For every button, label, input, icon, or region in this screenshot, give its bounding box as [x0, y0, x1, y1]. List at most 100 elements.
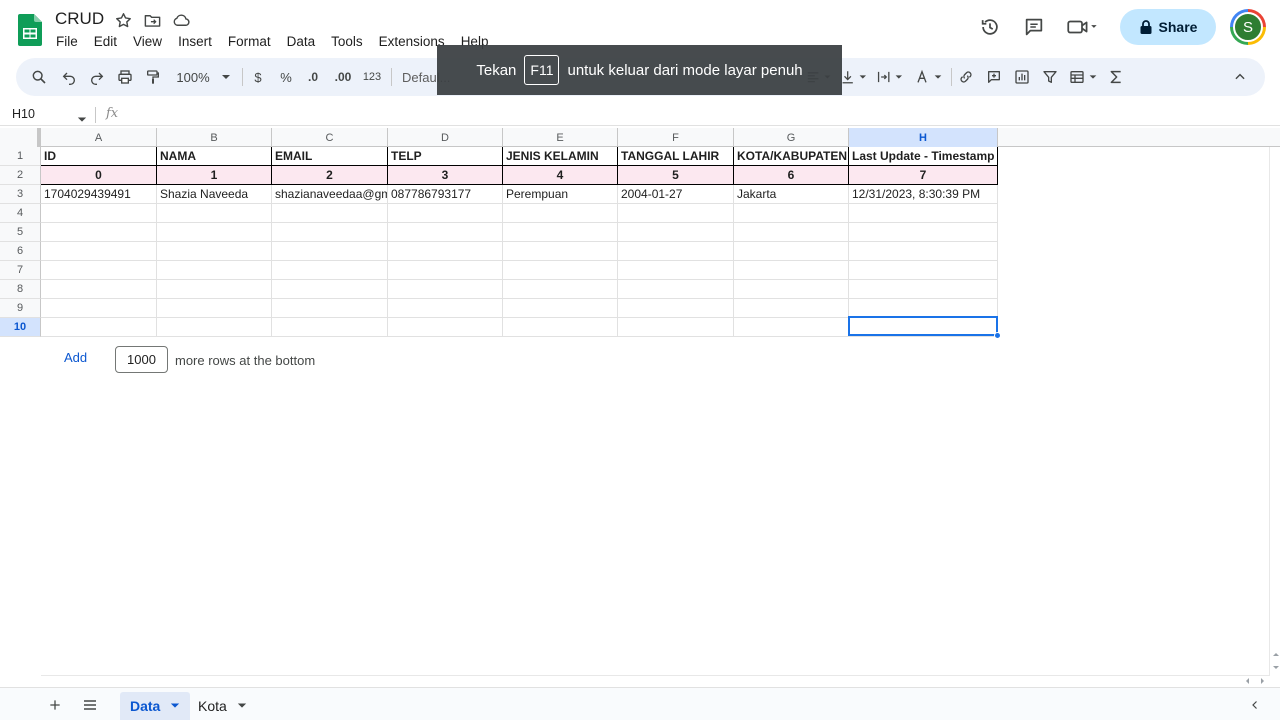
- scroll-left-icon[interactable]: [1243, 676, 1253, 686]
- cell[interactable]: 2004-01-27: [618, 185, 734, 204]
- row-count-input[interactable]: 1000: [115, 346, 168, 373]
- cell[interactable]: [734, 280, 849, 299]
- hide-menus-chevron-up-icon[interactable]: [1230, 66, 1250, 88]
- cell[interactable]: 4: [503, 166, 618, 185]
- cell[interactable]: EMAIL: [272, 147, 388, 166]
- row-header[interactable]: 1: [0, 147, 41, 166]
- share-button[interactable]: Share: [1120, 9, 1216, 45]
- zoom-select[interactable]: 100%: [174, 66, 234, 88]
- text-rotation-button[interactable]: [913, 66, 943, 88]
- cell[interactable]: [388, 223, 503, 242]
- cell[interactable]: [503, 318, 618, 337]
- row-header[interactable]: 3: [0, 185, 41, 204]
- cell[interactable]: [41, 242, 157, 261]
- vertical-align-button[interactable]: [840, 66, 868, 88]
- search-menus-icon[interactable]: [30, 66, 48, 88]
- cell[interactable]: 0: [41, 166, 157, 185]
- horizontal-scrollbar[interactable]: [41, 675, 1270, 686]
- scroll-down-icon[interactable]: [1271, 662, 1280, 672]
- add-sheet-plus-icon[interactable]: [45, 695, 65, 715]
- column-header-f[interactable]: F: [618, 128, 734, 147]
- cell[interactable]: Last Update - Timestamp: [849, 147, 998, 166]
- meet-button[interactable]: [1060, 9, 1104, 45]
- cell[interactable]: ID: [41, 147, 157, 166]
- cell[interactable]: [503, 242, 618, 261]
- cloud-saved-icon[interactable]: [172, 11, 191, 30]
- name-box[interactable]: H10: [12, 107, 35, 121]
- column-header-d[interactable]: D: [388, 128, 503, 147]
- row-header[interactable]: 2: [0, 166, 41, 185]
- cell[interactable]: 7: [849, 166, 998, 185]
- column-header-e[interactable]: E: [503, 128, 618, 147]
- cell[interactable]: TELP: [388, 147, 503, 166]
- cell[interactable]: 087786793177: [388, 185, 503, 204]
- scroll-up-icon[interactable]: [1271, 650, 1280, 660]
- row-header[interactable]: 4: [0, 204, 41, 223]
- cell[interactable]: [157, 299, 272, 318]
- cell[interactable]: [41, 261, 157, 280]
- scroll-right-icon[interactable]: [1257, 676, 1267, 686]
- cell[interactable]: [849, 299, 998, 318]
- cell[interactable]: Shazia Naveeda: [157, 185, 272, 204]
- sheets-logo-icon[interactable]: [18, 14, 42, 46]
- cell[interactable]: [272, 299, 388, 318]
- cell[interactable]: 1704029439491: [41, 185, 157, 204]
- column-header-c[interactable]: C: [272, 128, 388, 147]
- paint-format-icon[interactable]: [144, 66, 162, 88]
- cell[interactable]: Jakarta: [734, 185, 849, 204]
- filter-icon[interactable]: [1041, 66, 1059, 88]
- cell[interactable]: [272, 204, 388, 223]
- cell[interactable]: Perempuan: [503, 185, 618, 204]
- cell[interactable]: [618, 261, 734, 280]
- column-header-b[interactable]: B: [157, 128, 272, 147]
- cell[interactable]: [618, 242, 734, 261]
- increase-decimal-button[interactable]: .00: [330, 66, 356, 88]
- cell[interactable]: [849, 223, 998, 242]
- row-header[interactable]: 7: [0, 261, 41, 280]
- cell[interactable]: [734, 242, 849, 261]
- cell[interactable]: [849, 280, 998, 299]
- more-formats-button[interactable]: 123: [361, 66, 383, 88]
- menu-tools[interactable]: Tools: [323, 32, 371, 52]
- cell[interactable]: [272, 242, 388, 261]
- currency-format-button[interactable]: $: [250, 66, 266, 88]
- cell[interactable]: [849, 204, 998, 223]
- vertical-scrollbar[interactable]: [1269, 147, 1280, 675]
- explore-collapse-chevron-left-icon[interactable]: [1245, 695, 1265, 715]
- cell[interactable]: [734, 261, 849, 280]
- cell[interactable]: 12/31/2023, 8:30:39 PM: [849, 185, 998, 204]
- cell[interactable]: [734, 223, 849, 242]
- cell[interactable]: [503, 223, 618, 242]
- undo-icon[interactable]: [60, 66, 78, 88]
- functions-icon[interactable]: [1107, 66, 1125, 88]
- cell[interactable]: shazianaveedaa@gm: [272, 185, 388, 204]
- cell[interactable]: [157, 280, 272, 299]
- cell[interactable]: [503, 299, 618, 318]
- percent-format-button[interactable]: %: [278, 66, 294, 88]
- cell[interactable]: 3: [388, 166, 503, 185]
- version-history-button[interactable]: [972, 9, 1008, 45]
- filter-views-button[interactable]: [1067, 66, 1099, 88]
- menu-edit[interactable]: Edit: [86, 32, 125, 52]
- column-header-g[interactable]: G: [734, 128, 849, 147]
- cell[interactable]: [849, 242, 998, 261]
- comments-button[interactable]: [1016, 9, 1052, 45]
- cell[interactable]: [503, 280, 618, 299]
- sheet-tab-kota[interactable]: Kota: [188, 692, 257, 720]
- row-header[interactable]: 6: [0, 242, 41, 261]
- cell[interactable]: [388, 280, 503, 299]
- cell[interactable]: [618, 299, 734, 318]
- cell[interactable]: [734, 204, 849, 223]
- cell[interactable]: KOTA/KABUPATEN: [734, 147, 849, 166]
- cell[interactable]: [388, 318, 503, 337]
- cell[interactable]: [388, 261, 503, 280]
- menu-file[interactable]: File: [48, 32, 86, 52]
- cell[interactable]: [388, 204, 503, 223]
- cell[interactable]: [388, 242, 503, 261]
- cell[interactable]: [503, 261, 618, 280]
- menu-data[interactable]: Data: [279, 32, 324, 52]
- cell[interactable]: [272, 280, 388, 299]
- cell[interactable]: [272, 223, 388, 242]
- cell[interactable]: [272, 261, 388, 280]
- cell[interactable]: TANGGAL LAHIR: [618, 147, 734, 166]
